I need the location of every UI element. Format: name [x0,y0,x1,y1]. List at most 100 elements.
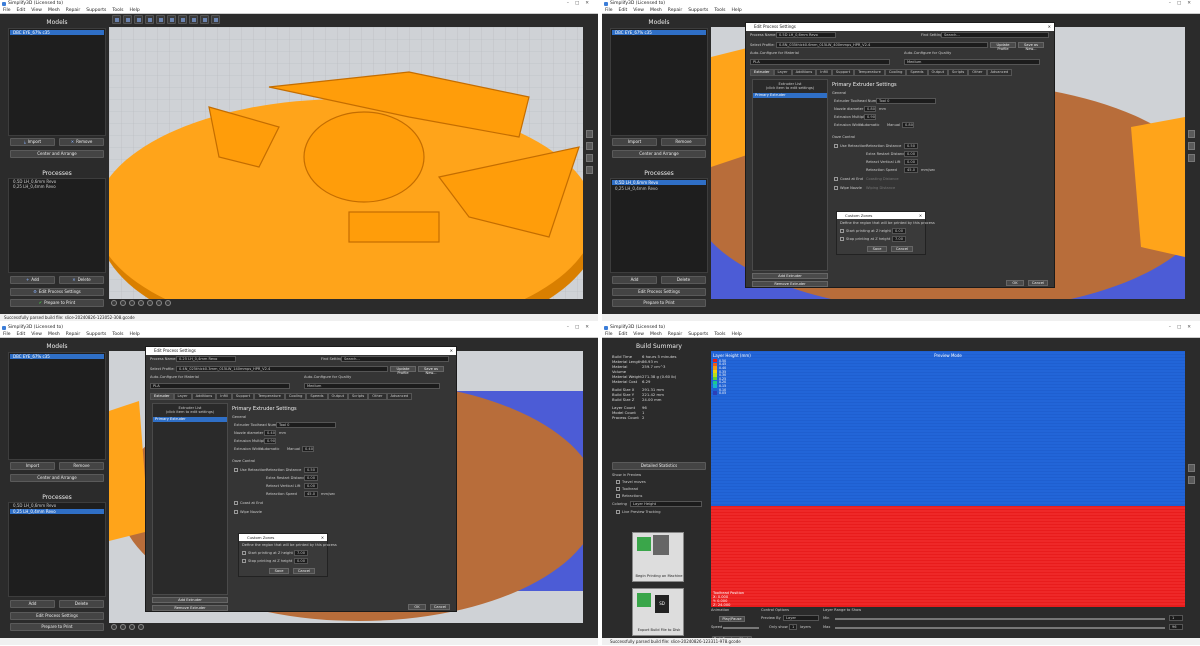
begin-printing-tile[interactable]: Begin Printing on Machine [632,532,684,582]
ruler-icon[interactable] [200,15,209,24]
menu-help[interactable]: Help [129,8,139,13]
delete-process-button[interactable]: Delete [661,276,706,284]
model-list-item[interactable]: DBC EYE_67% c35 [10,30,104,35]
detailed-stats-button[interactable]: Detailed Statistics [612,462,706,470]
wireframe-icon[interactable] [586,142,593,150]
processes-list[interactable]: 0,5D LH_0,6mm Revo 0,25 LH_0,4mm Revo [8,178,106,273]
coloring-select[interactable]: Layer Height [630,501,702,507]
extruder-item[interactable]: Primary Extruder [153,417,227,422]
multiplier-input[interactable]: 0.90 [264,438,276,444]
nozzle-input[interactable]: 0.40 [264,430,276,436]
menu-edit[interactable]: Edit [619,8,628,13]
process-item[interactable]: 0,5D LH_0,6mm Revo [10,503,104,508]
save-as-new-button[interactable]: Save as New... [418,366,444,375]
multiplier-input[interactable]: 0.90 [864,114,876,120]
tab-scripts[interactable]: Scripts [347,393,369,400]
import-button[interactable]: Import [10,462,55,470]
cube-icon[interactable] [586,130,593,138]
menu-view[interactable]: View [633,332,644,337]
menu-view[interactable]: View [31,8,42,13]
retractions-checkbox[interactable]: Retractions [616,494,642,499]
width-input[interactable]: 0.40 [302,446,314,452]
models-list[interactable]: DBC EYE_67% c35 [610,28,708,136]
process-item[interactable]: 0,5D LH_0,6mm Revo [612,180,706,185]
tab-layer[interactable]: Layer [773,69,792,76]
tab-advanced[interactable]: Advanced [986,69,1013,76]
3d-viewport[interactable] [109,27,583,299]
profile-select[interactable]: 0.4N_025thick0.3mm_015LW_140mmps_HPR_V2.… [176,366,388,372]
preview-by-select[interactable]: Layer [783,615,819,621]
max-layer-slider[interactable] [835,627,1165,629]
menu-supports[interactable]: Supports [86,8,106,13]
extra-restart-input[interactable]: 0.00 [304,475,318,481]
export-file-tile[interactable]: SD Export Build File to Disk [632,588,684,636]
tab-output[interactable]: Output [927,69,948,76]
tab-cooling[interactable]: Cooling [284,393,307,400]
retract-speed-input[interactable]: 45.0 [904,167,918,173]
toolhead-select[interactable]: Tool 0 [276,422,336,428]
prepare-print-button[interactable]: Prepare to Print [10,623,104,631]
material-select[interactable]: PLA [150,383,290,389]
extruder-list[interactable]: Extruder List (click item to edit settin… [152,403,228,595]
edit-process-button[interactable]: Edit Process Settings [10,612,104,620]
vertical-lift-input[interactable]: 0.00 [304,483,318,489]
menu-tools[interactable]: Tools [714,332,725,337]
delete-process-button[interactable]: Delete [59,600,104,608]
max-layer-input[interactable]: 96 [1169,624,1183,630]
models-list[interactable]: DBC EYE_67% c35 [8,352,106,460]
select-icon[interactable] [111,624,117,630]
remove-button[interactable]: ✕ Remove [59,138,104,146]
close-icon[interactable]: ✕ [1048,23,1051,31]
remove-extruder-button[interactable]: Remove Extruder [752,281,828,287]
vertical-lift-input[interactable]: 0.00 [904,159,918,165]
material-select[interactable]: PLA [750,59,890,65]
process-item[interactable]: 0,25 LH_0,4mm Revo [10,509,104,514]
ok-button[interactable]: OK [408,604,426,610]
search-input[interactable]: Search... [341,356,449,362]
travel-checkbox[interactable]: Travel moves [616,480,646,485]
start-z-checkbox[interactable]: Start printing at Z height [242,551,293,556]
center-arrange-button[interactable]: Center and Arrange [10,474,104,482]
preview-viewport[interactable]: Layer Height (mm) 0.50 0.45 0.40 0.35 0.30 0.… [711,351,1185,607]
zones-cancel-button[interactable]: Cancel [891,246,913,252]
model-list-item[interactable]: DBC EYE_67% c35 [612,30,706,35]
menu-file[interactable]: File [605,332,613,337]
stop-z-checkbox[interactable]: Stop printing at Z height [242,559,292,564]
wireframe-icon[interactable] [1188,142,1195,150]
tab-advanced[interactable]: Advanced [386,393,413,400]
view-bottom-icon[interactable] [134,15,143,24]
ok-button[interactable]: OK [1006,280,1024,286]
cube-icon[interactable] [1188,130,1195,138]
tab-other[interactable]: Other [968,69,987,76]
scale-icon[interactable] [138,624,144,630]
start-z-input[interactable]: 7.00 [294,550,308,556]
prepare-print-button[interactable]: ✔ Prepare to Print [10,299,104,307]
width-input[interactable]: 0.80 [902,122,914,128]
tab-speeds[interactable]: Speeds [306,393,328,400]
fit-icon[interactable] [156,300,162,306]
extruder-list[interactable]: Extruder List (click item to edit settin… [752,79,828,271]
min-layer-input[interactable]: 1 [1169,615,1183,621]
close-icon[interactable]: ✕ [450,347,453,355]
coast-checkbox[interactable]: Coast at End [234,501,263,506]
wipe-checkbox[interactable]: Wipe Nozzle [234,510,262,515]
layers-icon[interactable] [1188,476,1195,484]
stop-z-input[interactable]: 0.00 [294,558,308,564]
rotate-icon[interactable] [129,300,135,306]
tab-infill[interactable]: Infill [816,69,832,76]
menu-repair[interactable]: Repair [66,8,80,13]
tab-support[interactable]: Support [231,393,255,400]
stop-z-checkbox[interactable]: Stop printing at Z height [840,237,890,242]
menu-edit[interactable]: Edit [17,332,26,337]
menu-mesh[interactable]: Mesh [48,332,60,337]
tab-layer[interactable]: Layer [173,393,192,400]
center-arrange-button[interactable]: Center and Arrange [612,150,706,158]
tab-support[interactable]: Support [831,69,855,76]
view-back-icon[interactable] [156,15,165,24]
import-button[interactable]: ⤓ Import [10,138,55,146]
width-manual-radio[interactable]: Manual [287,447,300,452]
cube-icon[interactable] [1188,464,1195,472]
center-arrange-button[interactable]: Center and Arrange [10,150,104,158]
update-profile-button[interactable]: Update Profile [390,366,416,375]
cancel-button[interactable]: Cancel [1028,280,1048,286]
